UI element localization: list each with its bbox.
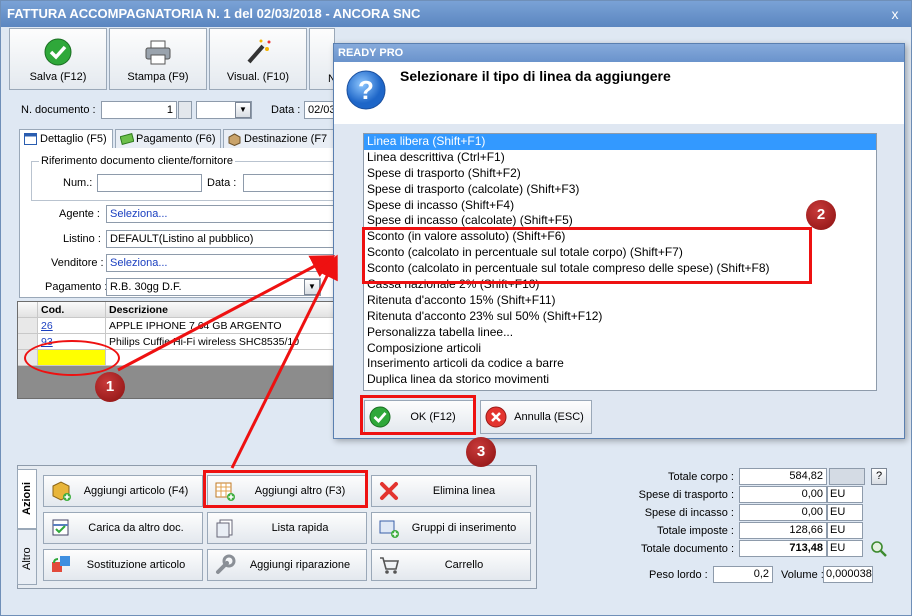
step-badge-1: 1 [95,372,125,402]
annotation-arrows [117,254,338,469]
step-badge-2: 2 [806,200,836,230]
step-badge-3: 3 [466,437,496,467]
